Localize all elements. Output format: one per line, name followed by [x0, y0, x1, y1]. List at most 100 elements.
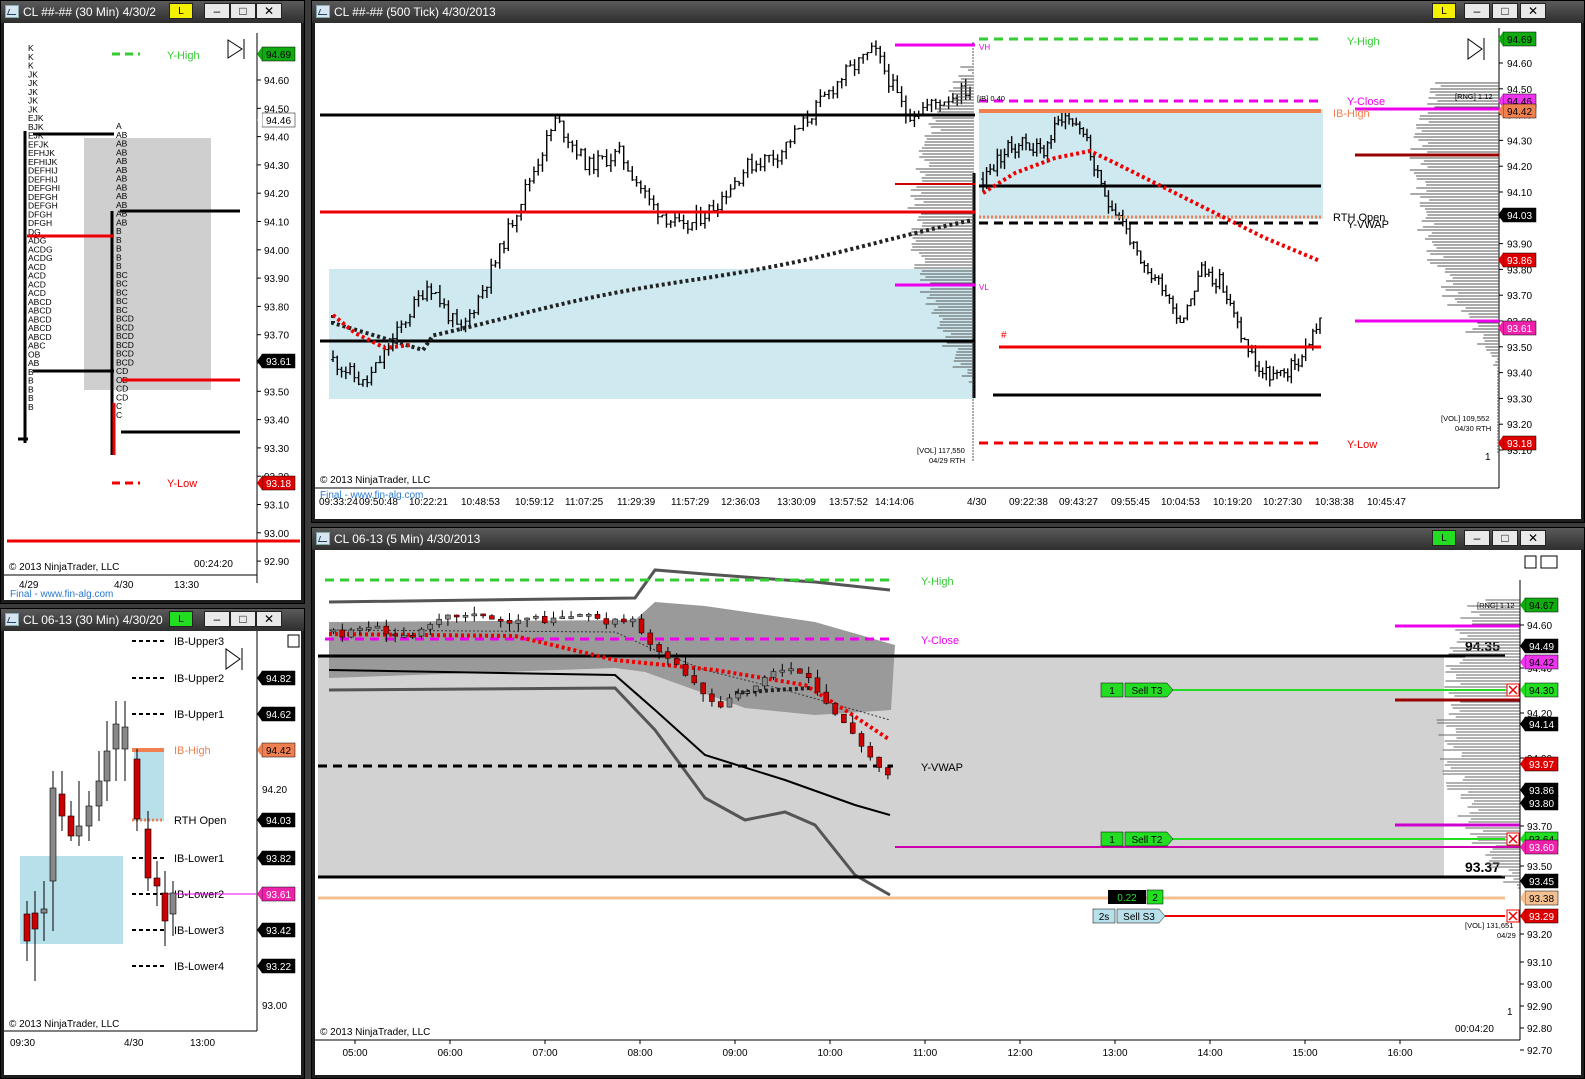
chart-panel[interactable]: 94.6094.5094.4094.3094.2094.1094.0093.90… [4, 23, 301, 600]
ib-level-label: IB-Upper3 [174, 636, 224, 648]
candle-body [621, 618, 627, 623]
chart-window-5min[interactable]: CL 06-13 (5 Min) 4/30/2013 L – □ ✕ Y-Hig… [311, 527, 1585, 1079]
chart-panel[interactable]: 94.20 93.00 IB-Upper3 IB-Upper2 94.82 IB-Uppe… [4, 631, 301, 1075]
price-tag-p2-pointer [1520, 717, 1525, 731]
close-button[interactable]: ✕ [256, 3, 282, 19]
candle-body [814, 677, 821, 693]
position-pnl: 0.22 [1117, 893, 1137, 904]
close-button[interactable]: ✕ [1520, 3, 1546, 19]
y-high-label: Y-High [1347, 36, 1380, 48]
account-link-button[interactable]: L [1432, 530, 1456, 546]
window-titlebar[interactable]: CL 06-13 (30 Min) 4/30/20 L – □ ✕ [1, 609, 304, 631]
price-axis-label: 94.20 [262, 785, 287, 796]
chart-panel[interactable]: Y-High Y-Close Y-VWAP 94.35 93.37 1 Sell T3 1 Se… [315, 550, 1581, 1075]
candle-body [49, 787, 57, 882]
window-titlebar[interactable]: CL 06-13 (5 Min) 4/30/2013 L – □ ✕ [312, 528, 1584, 550]
price-tag-p5: 93.80 [1529, 799, 1554, 810]
candle-body [67, 815, 75, 837]
candle-body [23, 913, 31, 942]
candle-body [876, 756, 882, 768]
close-button[interactable]: ✕ [256, 611, 282, 627]
account-link-button[interactable]: L [1432, 3, 1456, 19]
window-titlebar[interactable]: CL ##-## (500 Tick) 4/30/2013 L – □ ✕ [312, 1, 1584, 23]
time-axis-label: 11:57:29 [671, 497, 710, 508]
ib-level-price-tag: 94.62 [266, 710, 291, 721]
tick-chart[interactable]: 94.6094.5094.4094.3094.2094.1094.0093.90… [315, 23, 1581, 519]
time-axis-label: 12:36:03 [721, 497, 760, 508]
candle-body [541, 615, 548, 624]
maximize-button[interactable]: □ [230, 3, 256, 19]
time-axis-label: 10:04:53 [1161, 497, 1200, 508]
chart-window-icon [5, 613, 19, 626]
close-button[interactable]: ✕ [1520, 530, 1546, 546]
sell-s3-order-qty: 2s [1099, 912, 1110, 923]
account-link-button[interactable]: L [169, 3, 193, 19]
hash-marker: # [1001, 330, 1007, 341]
five-minute-chart[interactable]: Y-HighY-CloseY-VWAP94.3593.371 Sell T31 Se… [315, 550, 1581, 1075]
ib-level-label: IB-Lower1 [174, 853, 224, 865]
f-button[interactable] [1524, 555, 1537, 569]
minimize-button[interactable]: – [204, 611, 230, 627]
y-vwap-label: Y-VWAP [921, 762, 963, 774]
price-axis-label: 93.70 [264, 331, 289, 342]
vh-label: VH [979, 43, 990, 52]
time-axis-label: 12:00 [1007, 1048, 1032, 1059]
ib-level-price-tag-pointer [257, 743, 262, 757]
bar-timer: 00:24:20 [194, 559, 233, 570]
minimize-button[interactable]: – [204, 3, 230, 19]
last-price-tag: 94.46 [266, 116, 291, 127]
price-axis-label: 93.00 [264, 529, 289, 540]
candle-body [169, 892, 177, 915]
time-axis-label: 09:55:45 [1111, 497, 1150, 508]
time-axis-label: 14:14:06 [875, 497, 914, 508]
candle-body [31, 912, 39, 930]
chart-window-icon [5, 5, 19, 18]
candle-body [550, 617, 557, 624]
candle-body [568, 616, 574, 619]
minimize-button[interactable]: – [1464, 530, 1490, 546]
minimize-button[interactable]: – [1464, 3, 1490, 19]
price-tag-p4: 93.86 [1529, 786, 1554, 797]
ib-range-note: [IB] 0.40 [977, 94, 1005, 103]
y-low-price-tag: 93.18 [1507, 439, 1532, 450]
y-high-label: Y-High [921, 576, 954, 588]
ib-level-label: IB-High [174, 745, 211, 757]
ib-levels-chart[interactable]: 94.20 93.00 IB-Upper3 IB-Upper2 94.82 IB-Uppe… [4, 631, 301, 1075]
rth-open-price-tag: 94.03 [1507, 211, 1532, 222]
candle-body [365, 627, 372, 630]
time-axis-label: 07:00 [532, 1048, 557, 1059]
y-low-label: Y-Low [1347, 439, 1377, 451]
chart-window-30min-profile[interactable]: CL ##-## (30 Min) 4/30/2 L – □ ✕ 94.60 94… [0, 0, 305, 604]
chart-window-500tick[interactable]: CL ##-## (500 Tick) 4/30/2013 L – □ ✕ 94… [311, 0, 1585, 523]
maximize-button[interactable]: □ [230, 611, 256, 627]
time-axis-label: 09:43:27 [1059, 497, 1098, 508]
account-link-button[interactable]: L [169, 611, 193, 627]
candle-body [133, 758, 141, 820]
ib-level-price-tag-pointer [257, 851, 262, 865]
volume-note: [VOL] 131,651 [1465, 921, 1513, 930]
candle-body [330, 629, 337, 633]
price-axis-label: 93.80 [264, 302, 289, 313]
candle-body [40, 908, 48, 914]
candle-body [383, 625, 390, 635]
candle-body [112, 723, 120, 750]
window-titlebar[interactable]: CL ##-## (30 Min) 4/30/2 L – □ ✕ [1, 1, 304, 23]
candle-body [489, 615, 495, 620]
candle-body [533, 615, 539, 619]
ib-level-price-tag: 93.82 [266, 854, 291, 865]
chart-window-30min-ib[interactable]: CL 06-13 (30 Min) 4/30/20 L – □ ✕ 94.20 9… [0, 608, 305, 1079]
vwap-price-tag: 93.86 [1507, 256, 1532, 267]
chevron-down-icon[interactable] [1540, 555, 1558, 569]
price-axis-label: 94.30 [264, 161, 289, 172]
price-tag-stop-price-pointer [1520, 909, 1525, 923]
candle-body [436, 618, 442, 625]
bar-count: 1 [1485, 452, 1491, 463]
sell-s3-order-label: Sell S3 [1123, 912, 1155, 923]
y-close-label: Y-Close [921, 635, 959, 647]
candle-body [717, 701, 724, 708]
maximize-button[interactable]: □ [1492, 530, 1518, 546]
market-profile-chart[interactable]: 94.6094.5094.4094.3094.2094.1094.0093.90… [4, 23, 301, 600]
maximize-button[interactable]: □ [1492, 3, 1518, 19]
chart-panel[interactable]: 94.6094.5094.4094.3094.2094.1094.0093.90… [315, 23, 1581, 519]
time-axis-label: 10:27:30 [1263, 497, 1302, 508]
